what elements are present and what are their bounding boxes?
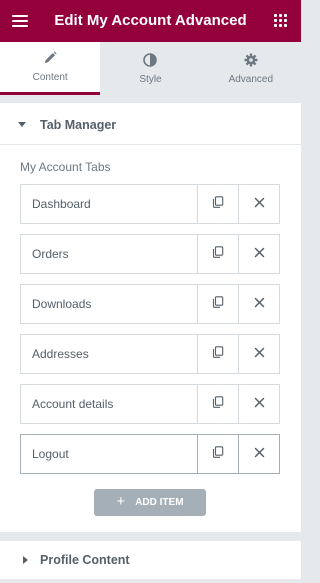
repeater-item-title[interactable]: Downloads <box>21 285 197 323</box>
duplicate-button[interactable] <box>197 335 238 373</box>
gear-icon <box>244 53 258 66</box>
tab-style[interactable]: Style <box>100 42 200 95</box>
grid-icon[interactable] <box>274 14 287 27</box>
tab-content-label: Content <box>32 72 68 83</box>
caret-right-icon <box>23 556 28 564</box>
section-profile-content-toggle[interactable]: Profile Content <box>0 541 301 579</box>
plus-icon: + <box>116 493 126 510</box>
duplicate-button[interactable] <box>197 385 238 423</box>
remove-button[interactable] <box>238 385 279 423</box>
half-circle-icon <box>143 52 158 67</box>
close-icon <box>254 345 265 363</box>
tab-style-label: Style <box>139 73 162 85</box>
panel-tabs: Content Style Advanced <box>0 42 301 95</box>
duplicate-button[interactable] <box>197 285 238 323</box>
remove-button[interactable] <box>238 185 279 223</box>
tab-content[interactable]: Content <box>0 42 101 95</box>
copy-icon <box>212 295 224 313</box>
add-item-label: ADD ITEM <box>135 497 184 508</box>
repeater-item[interactable]: Orders <box>20 234 280 274</box>
close-icon <box>254 295 265 313</box>
copy-icon <box>212 445 224 463</box>
duplicate-button[interactable] <box>197 435 238 473</box>
section2-title: Profile Content <box>40 553 130 567</box>
copy-icon <box>212 395 224 413</box>
duplicate-button[interactable] <box>197 185 238 223</box>
tab-manager-panel: Tab Manager My Account Tabs Dashboard Ord… <box>0 103 301 532</box>
section-title: Tab Manager <box>40 118 117 132</box>
repeater-item-title[interactable]: Addresses <box>21 335 197 373</box>
repeater-item[interactable]: Downloads <box>20 284 280 324</box>
duplicate-button[interactable] <box>197 235 238 273</box>
repeater-item[interactable]: Addresses <box>20 334 280 374</box>
section-tab-manager-toggle[interactable]: Tab Manager <box>0 103 301 145</box>
copy-icon <box>212 195 224 213</box>
tab-advanced[interactable]: Advanced <box>201 42 301 95</box>
close-icon <box>254 245 265 263</box>
remove-button[interactable] <box>238 435 279 473</box>
panel-header: Edit My Account Advanced <box>0 0 301 42</box>
repeater-item-title[interactable]: Dashboard <box>21 185 197 223</box>
panel-title: Edit My Account Advanced <box>54 12 247 29</box>
repeater-item[interactable]: Logout <box>20 434 280 474</box>
repeater-item-title[interactable]: Orders <box>21 235 197 273</box>
remove-button[interactable] <box>238 235 279 273</box>
tab-advanced-label: Advanced <box>228 73 274 85</box>
copy-icon <box>212 245 224 263</box>
close-icon <box>254 445 265 463</box>
remove-button[interactable] <box>238 335 279 373</box>
add-item-button[interactable]: + ADD ITEM <box>94 489 206 516</box>
repeater-item-title[interactable]: Logout <box>21 435 197 473</box>
close-icon <box>254 195 265 213</box>
pencil-icon <box>45 51 57 63</box>
remove-button[interactable] <box>238 285 279 323</box>
repeater-item-title[interactable]: Account details <box>21 385 197 423</box>
close-icon <box>254 395 265 413</box>
repeater-item[interactable]: Dashboard <box>20 184 280 224</box>
repeater-item[interactable]: Account details <box>20 384 280 424</box>
caret-down-icon <box>18 122 26 127</box>
control-label: My Account Tabs <box>20 160 111 174</box>
copy-icon <box>212 345 224 363</box>
